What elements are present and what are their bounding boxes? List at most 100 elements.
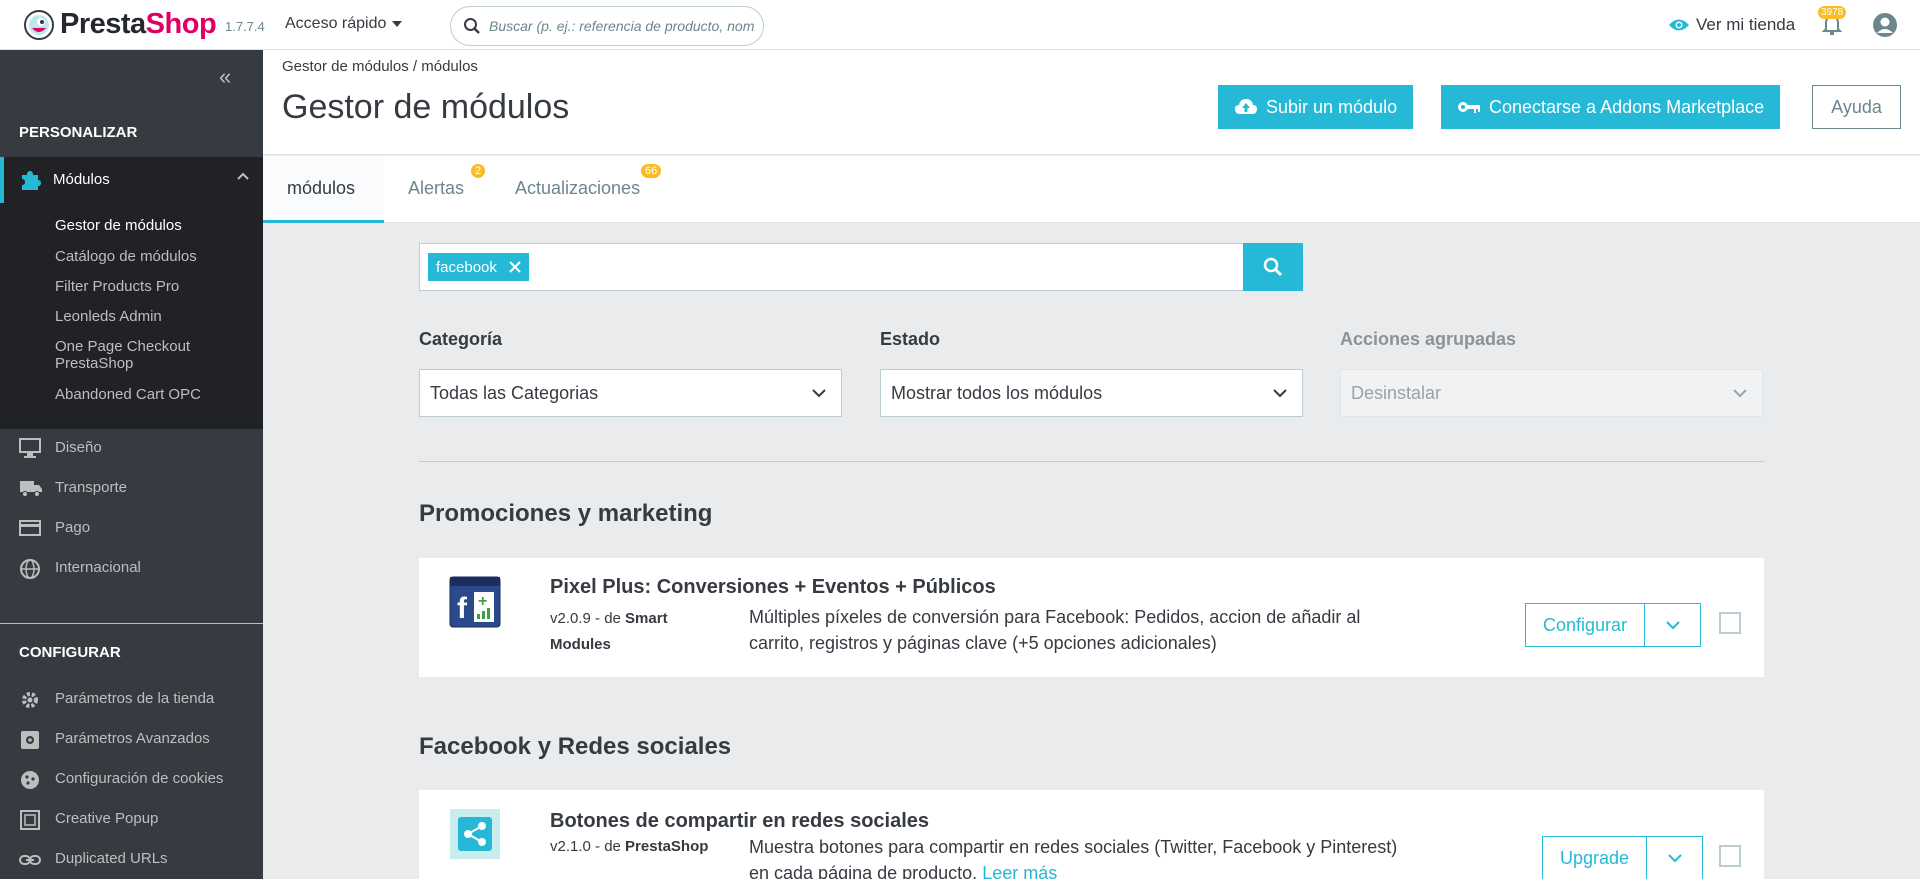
read-more-link[interactable]: Leer más	[982, 863, 1057, 879]
tab-alertas[interactable]: Alertas 2	[408, 156, 488, 223]
brand-name[interactable]: PrestaShop	[60, 8, 217, 41]
sidebar-item-internacional[interactable]: Internacional	[0, 550, 263, 586]
module-actions-dropdown[interactable]	[1647, 836, 1704, 879]
bulk-actions-label: Acciones agrupadas	[1340, 329, 1517, 349]
status-select[interactable]: Mostrar todos los módulos	[880, 369, 1303, 417]
configure-button[interactable]: Configurar	[1525, 603, 1646, 647]
tab-actualizaciones[interactable]: Actualizaciones 66	[515, 156, 665, 223]
chevron-up-icon	[237, 172, 249, 180]
active-indicator	[0, 157, 4, 203]
module-description-text: Muestra botones para compartir en redes …	[749, 837, 1398, 879]
sidebar-item-label: Pago	[55, 519, 91, 536]
sidebar-item-transporte[interactable]: Transporte	[0, 470, 263, 506]
tab-label: módulos	[287, 178, 356, 198]
submenu-leonleds-admin[interactable]: Leonleds Admin	[55, 308, 250, 325]
submenu-abandoned-cart[interactable]: Abandoned Cart OPC	[55, 386, 250, 403]
chevron-down-icon	[1273, 389, 1287, 398]
section-personalizar: PERSONALIZAR	[19, 124, 138, 141]
page-header: Gestor de módulos / módulos Gestor de mó…	[263, 50, 1920, 155]
prestashop-logo-icon[interactable]	[24, 10, 54, 40]
module-name[interactable]: Botones de compartir en redes sociales	[550, 810, 929, 833]
page-title: Gestor de módulos	[282, 88, 570, 126]
user-avatar-icon[interactable]	[1872, 12, 1898, 38]
top-header: PrestaShop 1.7.7.4 Acceso rápido Ver mi …	[0, 0, 1920, 50]
submenu-filter-products-pro[interactable]: Filter Products Pro	[55, 278, 250, 295]
view-shop-link[interactable]: Ver mi tienda	[1668, 15, 1795, 35]
module-select-checkbox[interactable]	[1719, 845, 1741, 867]
upgrade-button[interactable]: Upgrade	[1542, 836, 1648, 879]
module-action-group: Upgrade	[1542, 836, 1704, 879]
sidebar-item-parametros-avanzados[interactable]: Parámetros Avanzados	[0, 721, 263, 757]
module-card: Botones de compartir en redes sociales v…	[419, 790, 1764, 879]
breadcrumb[interactable]: Gestor de módulos / módulos	[282, 58, 478, 75]
divider	[419, 461, 1764, 462]
sidebar-item-modulos[interactable]: Módulos	[0, 157, 263, 203]
truck-icon	[20, 481, 42, 497]
module-description: Múltiples píxeles de conversión para Fac…	[749, 607, 1361, 653]
search-tag[interactable]: facebook	[428, 253, 529, 281]
view-shop-label: Ver mi tienda	[1696, 15, 1796, 34]
cookie-icon	[21, 771, 39, 789]
module-select-checkbox[interactable]	[1719, 612, 1741, 634]
version-label: 1.7.7.4	[225, 19, 265, 34]
category-select[interactable]: Todas las Categorias	[419, 369, 842, 417]
bulk-actions-select: Desinstalar	[1340, 369, 1763, 417]
chevron-down-icon	[812, 389, 826, 398]
key-icon	[1458, 102, 1480, 113]
sidebar-item-creative-popup[interactable]: Creative Popup	[0, 801, 263, 837]
search-tag-label: facebook	[436, 258, 497, 276]
sidebar-item-label: Diseño	[55, 439, 102, 456]
module-version: v2.1.0 - de PrestaShop	[550, 834, 710, 860]
notifications-badge: 3978	[1818, 6, 1847, 19]
sidebar-item-cookies[interactable]: Configuración de cookies	[0, 761, 263, 797]
sidebar-item-label: Creative Popup	[55, 810, 159, 827]
quick-access-label: Acceso rápido	[285, 15, 387, 32]
header-search[interactable]	[450, 6, 764, 46]
sidebar-item-duplicated-urls[interactable]: Duplicated URLs	[0, 841, 263, 877]
module-search-button[interactable]	[1243, 243, 1303, 291]
chevron-down-icon	[1733, 389, 1747, 398]
quick-access-dropdown[interactable]: Acceso rápido	[285, 15, 403, 33]
category-title: Facebook y Redes sociales	[419, 733, 732, 760]
social-share-icon	[450, 809, 500, 859]
module-version: v2.0.9 - de Smart Modules	[550, 606, 710, 658]
submenu-gestor-modulos[interactable]: Gestor de módulos	[55, 217, 250, 234]
sidebar-item-label: Duplicated URLs	[55, 850, 168, 867]
updates-badge: 66	[641, 164, 662, 178]
submenu-catalogo-modulos[interactable]: Catálogo de módulos	[55, 248, 250, 265]
module-author: PrestaShop	[625, 838, 709, 855]
caret-down-icon	[392, 20, 403, 27]
module-name[interactable]: Pixel Plus: Conversiones + Eventos + Púb…	[550, 576, 996, 599]
module-version-text: v2.0.9 - de	[550, 610, 626, 627]
settings-box-icon	[21, 731, 39, 749]
sidebar-item-diseno[interactable]: Diseño	[0, 430, 263, 466]
submenu-one-page-checkout[interactable]: One Page Checkout PrestaShop	[55, 338, 205, 372]
puzzle-icon	[22, 171, 41, 190]
upload-module-label: Subir un módulo	[1266, 96, 1398, 117]
connect-addons-button[interactable]: Conectarse a Addons Marketplace	[1441, 85, 1781, 129]
module-tabs: módulos Alertas 2 Actualizaciones 66	[263, 156, 1920, 223]
tab-modulos[interactable]: módulos	[263, 156, 384, 223]
module-description: Muestra botones para compartir en redes …	[749, 834, 1409, 879]
close-icon[interactable]	[509, 261, 521, 273]
sidebar-item-label: Internacional	[55, 559, 141, 576]
module-action-group: Configurar	[1525, 603, 1702, 647]
module-actions-dropdown[interactable]	[1645, 603, 1702, 647]
monitor-icon	[19, 438, 41, 458]
category-select-value: Todas las Categorias	[430, 383, 599, 403]
section-configurar: CONFIGURAR	[19, 644, 121, 661]
upload-module-button[interactable]: Subir un módulo	[1218, 85, 1414, 129]
help-button[interactable]: Ayuda	[1812, 85, 1901, 129]
sidebar-item-label: Módulos	[53, 171, 110, 188]
tab-label: Alertas	[408, 178, 465, 198]
sidebar-item-parametros-tienda[interactable]: Parámetros de la tienda	[0, 681, 263, 717]
sidebar-item-label: Transporte	[55, 479, 127, 496]
sidebar-item-pago[interactable]: Pago	[0, 510, 263, 546]
module-search-field[interactable]: facebook	[419, 243, 1244, 291]
globe-icon	[20, 559, 40, 579]
search-input[interactable]	[489, 15, 755, 37]
collapse-sidebar-icon[interactable]: «	[219, 64, 231, 90]
chevron-down-icon	[1668, 854, 1682, 863]
status-select-value: Mostrar todos los módulos	[891, 383, 1103, 403]
category-label: Categoría	[419, 329, 503, 349]
